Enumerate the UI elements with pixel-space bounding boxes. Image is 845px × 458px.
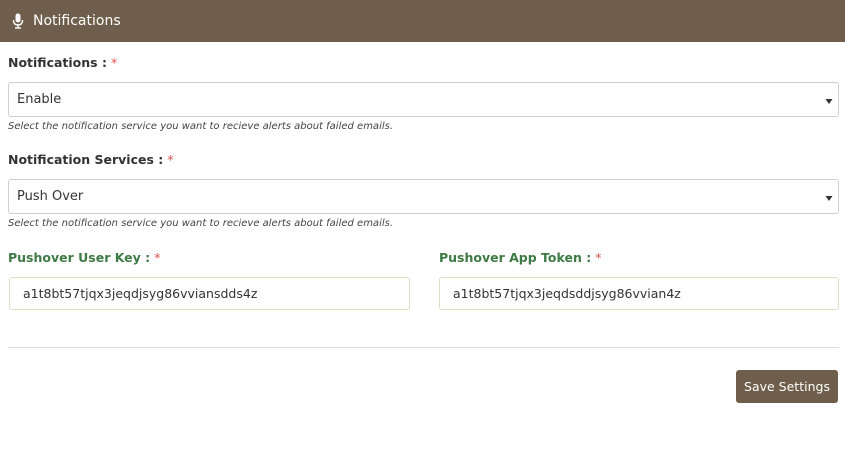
notification-services-help-text: Select the notification service you want…	[8, 218, 394, 229]
microphone-icon	[12, 13, 24, 29]
notifications-select[interactable]: Enable	[8, 82, 839, 117]
notifications-select-value: Enable	[17, 92, 62, 107]
pushover-user-key-input[interactable]: a1t8bt57tjqx3jeqdjsyg86vviansdds4z	[9, 277, 410, 310]
pushover-user-key-value: a1t8bt57tjqx3jeqdjsyg86vviansdds4z	[23, 286, 258, 301]
notification-services-label-text: Notification Services :	[8, 152, 164, 167]
required-mark: *	[595, 250, 602, 265]
pushover-app-token-value: a1t8bt57tjqx3jeqdsddjsyg86vvian4z	[453, 286, 681, 301]
caret-down-icon	[825, 191, 833, 201]
notification-services-label: Notification Services : *	[8, 152, 174, 168]
notifications-label-text: Notifications :	[8, 55, 107, 70]
pushover-app-token-label: Pushover App Token : *	[439, 250, 601, 266]
required-mark: *	[167, 152, 174, 167]
form-divider	[8, 347, 839, 348]
panel-title: Notifications	[33, 13, 121, 29]
required-mark: *	[154, 250, 161, 265]
notification-services-select-value: Push Over	[17, 189, 84, 204]
caret-down-icon	[825, 94, 833, 104]
panel-header: Notifications	[0, 0, 845, 42]
notifications-help-text: Select the notification service you want…	[8, 121, 394, 132]
pushover-app-token-input[interactable]: a1t8bt57tjqx3jeqdsddjsyg86vvian4z	[439, 277, 839, 310]
pushover-app-token-label-text: Pushover App Token :	[439, 250, 592, 265]
save-settings-button[interactable]: Save Settings	[736, 370, 838, 403]
notifications-label: Notifications : *	[8, 55, 117, 71]
pushover-user-key-label-text: Pushover User Key :	[8, 250, 151, 265]
required-mark: *	[110, 55, 118, 70]
pushover-user-key-label: Pushover User Key : *	[8, 250, 160, 266]
notifications-panel: Notifications Notifications : * Enable Se…	[0, 0, 845, 458]
notification-services-select[interactable]: Push Over	[8, 179, 839, 214]
